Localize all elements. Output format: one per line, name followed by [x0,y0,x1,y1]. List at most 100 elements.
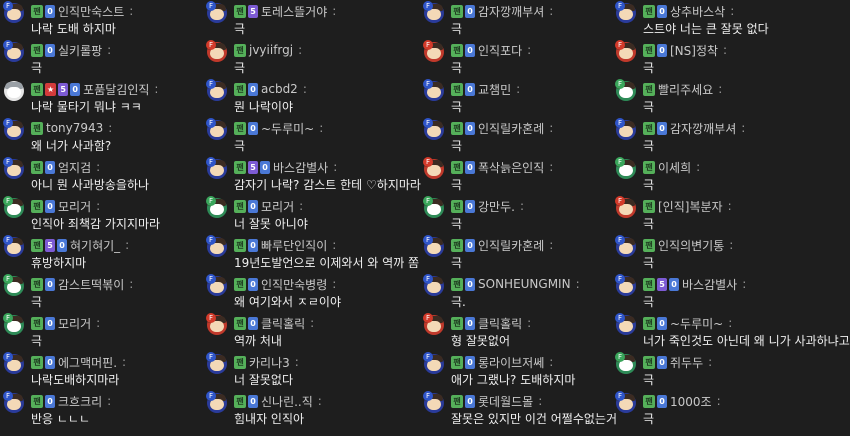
user-avatar[interactable]: F [423,118,445,140]
user-nickname[interactable]: 인직포다 [478,42,522,59]
user-nickname[interactable]: 인직만숙병령 [261,276,327,293]
user-nickname[interactable]: 1000조 [670,393,712,410]
user-nickname[interactable]: 혀기혀기_ [70,237,120,254]
user-nickname[interactable]: 포품달김인직 [83,81,149,98]
user-nickname[interactable]: SONHEUNGMIN [478,277,571,291]
message-text: 왜 너가 사과함? [31,139,112,153]
message-text: 극 [643,295,655,309]
user-avatar[interactable]: F [206,235,228,257]
user-nickname[interactable]: 인직만숙스트 [58,3,124,20]
user-nickname[interactable]: 폭삭늙은인직 [478,159,544,176]
user-avatar[interactable]: F [423,157,445,179]
user-avatar[interactable]: F [423,196,445,218]
user-nickname[interactable]: 교챔민 [478,81,511,98]
user-nickname[interactable]: 모리거 [58,198,91,215]
user-nickname[interactable]: 카리나3 [249,354,290,371]
user-avatar[interactable]: F [3,157,25,179]
user-avatar[interactable]: F [615,196,637,218]
user-avatar[interactable]: F [206,118,228,140]
message-header: 팬 0 인직릴카혼례: [451,237,553,253]
user-nickname[interactable]: ~두루미~ [670,315,723,332]
user-nickname[interactable]: 신나린..직 [261,393,313,410]
user-avatar[interactable]: F [615,235,637,257]
user-avatar[interactable]: F [615,274,637,296]
user-avatar[interactable]: F [423,391,445,413]
user-avatar[interactable]: F [3,40,25,62]
user-nickname[interactable]: ~두루미~ [261,120,314,137]
user-nickname[interactable]: 바스감별사 [273,159,328,176]
user-avatar[interactable]: F [206,391,228,413]
user-nickname[interactable]: 에그맥머핀. [58,354,117,371]
user-nickname[interactable]: 쥐두두 [670,354,703,371]
user-avatar[interactable]: F [3,274,25,296]
user-nickname[interactable]: 인직릴카혼례 [478,237,544,254]
user-avatar[interactable]: F [423,79,445,101]
user-nickname[interactable]: 토레스뜰거야 [261,3,327,20]
user-nickname[interactable]: 감자깡깨부셔 [670,120,736,137]
user-avatar[interactable]: F [3,391,25,413]
user-nickname[interactable]: 빨리주세요 [658,81,713,98]
message-text: 19년도발언으로 이제와서 와 역까 쫌 [234,256,420,270]
user-nickname[interactable]: [NS]정착 [670,42,718,59]
user-avatar[interactable] [3,79,25,101]
user-nickname[interactable]: [인직]복분자 [658,198,723,215]
user-avatar[interactable]: F [423,40,445,62]
user-avatar[interactable]: F [206,352,228,374]
fan-badge: 팬 [643,43,655,57]
user-nickname[interactable]: 크흐크리 [58,393,102,410]
user-avatar[interactable]: F [206,157,228,179]
fan-badge: 팬 [643,277,655,291]
user-nickname[interactable]: 롯데월드몰 [478,393,533,410]
user-nickname[interactable]: 바스감별사 [682,276,737,293]
user-nickname[interactable]: 모리거 [261,198,294,215]
user-nickname[interactable]: 빠루단인직이 [261,237,327,254]
user-avatar[interactable]: F [3,118,25,140]
user-nickname[interactable]: 클릭홀릭 [261,315,305,332]
fan-badge: 팬 [31,43,43,57]
user-nickname[interactable]: 감자깡깨부셔 [478,3,544,20]
user-nickname[interactable]: tony7943 [46,121,103,135]
user-avatar[interactable]: F [615,391,637,413]
user-avatar[interactable]: F [615,79,637,101]
user-nickname[interactable]: jvyiifrgj [249,43,293,57]
user-avatar[interactable]: F [423,235,445,257]
user-avatar[interactable]: F [206,313,228,335]
nickname-separator: : [122,355,127,369]
sub-badge: 5 [58,82,69,96]
user-avatar[interactable]: F [3,196,25,218]
user-nickname[interactable]: 이세희 [658,159,691,176]
user-nickname[interactable]: 롱라이브저쎄 [478,354,544,371]
user-nickname[interactable]: 실키롤팡 [58,42,102,59]
user-nickname[interactable]: 인직릴카혼례 [478,120,544,137]
user-nickname[interactable]: 엄지검 [58,159,91,176]
user-avatar[interactable]: F [206,1,228,23]
user-avatar[interactable]: F [3,352,25,374]
user-avatar[interactable]: F [615,352,637,374]
user-nickname[interactable]: 강만두. [478,198,515,215]
user-avatar[interactable]: F [206,274,228,296]
user-avatar[interactable]: F [615,157,637,179]
user-avatar[interactable]: F [206,40,228,62]
message-header: 팬 0 ~두루미~: [643,315,732,331]
user-nickname[interactable]: 클릭홀릭 [478,315,522,332]
user-avatar[interactable]: F [615,313,637,335]
user-nickname[interactable]: 모리거 [58,315,91,332]
fan-grade-icon: F [423,79,433,89]
user-avatar[interactable]: F [423,313,445,335]
user-avatar[interactable]: F [3,313,25,335]
user-avatar[interactable]: F [206,79,228,101]
user-avatar[interactable]: F [423,1,445,23]
user-nickname[interactable]: 상추바스삭 [670,3,725,20]
user-nickname[interactable]: 인직의변기통 [658,237,724,254]
message-text: 극 [643,139,655,153]
user-avatar[interactable]: F [615,118,637,140]
user-avatar[interactable]: F [423,274,445,296]
user-avatar[interactable]: F [3,1,25,23]
user-avatar[interactable]: F [615,40,637,62]
user-avatar[interactable]: F [3,235,25,257]
user-nickname[interactable]: 감스트떡볶이 [58,276,124,293]
user-nickname[interactable]: acbd2 [261,82,298,96]
user-avatar[interactable]: F [615,1,637,23]
user-avatar[interactable]: F [206,196,228,218]
user-avatar[interactable]: F [423,352,445,374]
